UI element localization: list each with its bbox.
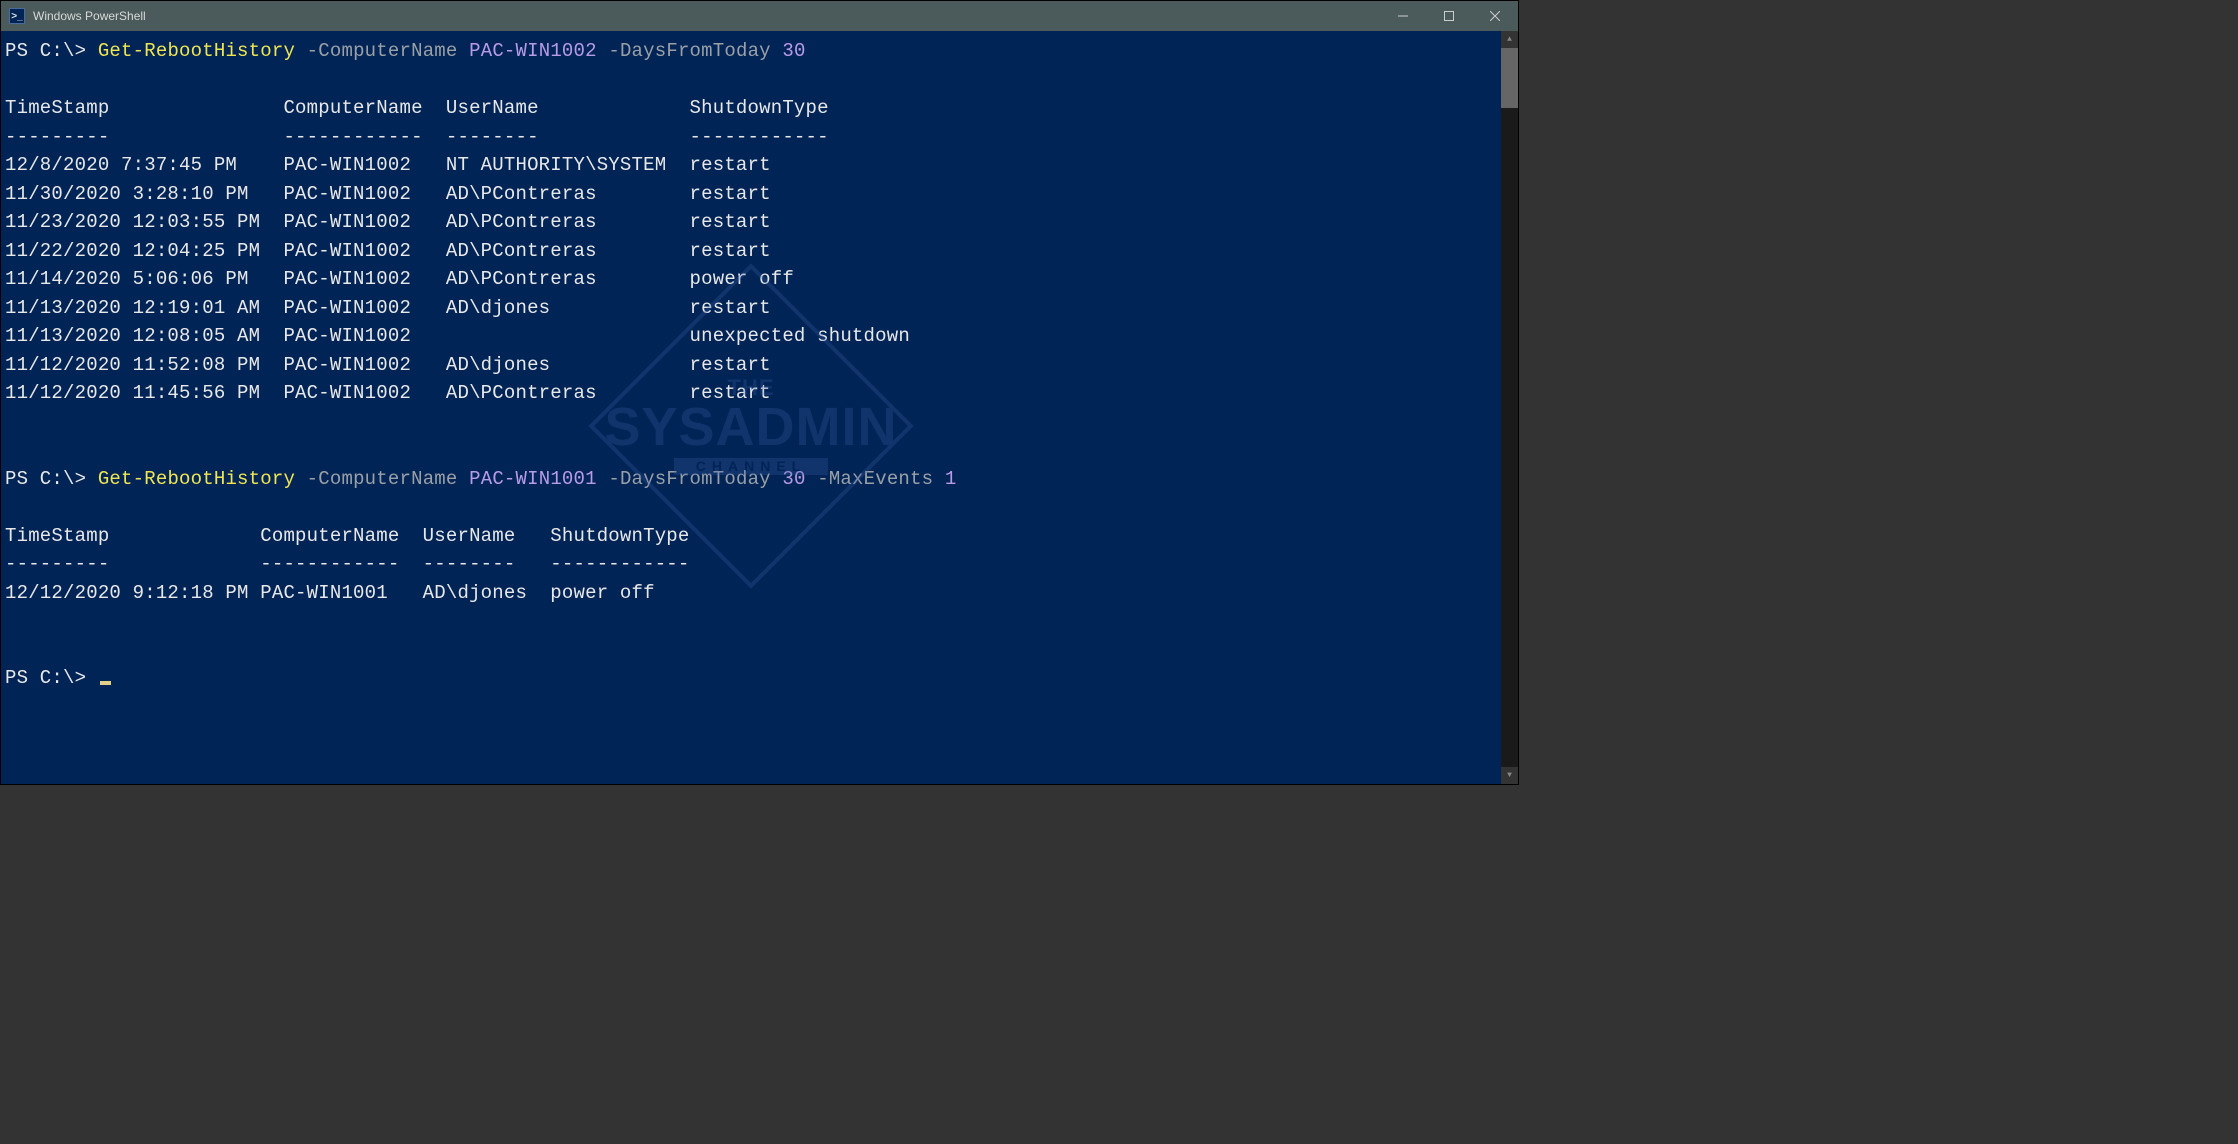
titlebar[interactable]: >_ Windows PowerShell	[1, 1, 1518, 31]
close-button[interactable]	[1472, 1, 1518, 31]
powershell-icon: >_	[9, 8, 25, 24]
maximize-button[interactable]	[1426, 1, 1472, 31]
terminal-area[interactable]: PS C:\> Get-RebootHistory -ComputerName …	[1, 31, 1518, 784]
scroll-down-arrow[interactable]: ▼	[1501, 767, 1518, 784]
titlebar-left: >_ Windows PowerShell	[9, 8, 146, 24]
terminal-output[interactable]: PS C:\> Get-RebootHistory -ComputerName …	[1, 31, 1518, 784]
window-controls	[1380, 1, 1518, 31]
window-title: Windows PowerShell	[33, 9, 146, 23]
scroll-up-arrow[interactable]: ▲	[1501, 31, 1518, 48]
scroll-thumb[interactable]	[1501, 48, 1518, 108]
scrollbar[interactable]: ▲ ▼	[1501, 31, 1518, 784]
minimize-button[interactable]	[1380, 1, 1426, 31]
